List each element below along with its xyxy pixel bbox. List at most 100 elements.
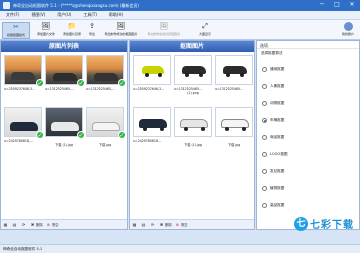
option-plant[interactable]: 植物抠图 bbox=[262, 186, 284, 191]
file-name: u=2429780818,... bbox=[4, 139, 34, 143]
clear-button[interactable]: ⊗ 清空 bbox=[46, 222, 59, 227]
check-icon: ✓ bbox=[36, 131, 44, 139]
delete-button[interactable]: ✖ 删除 bbox=[30, 222, 43, 227]
export-success-icon: 🖼 bbox=[116, 22, 126, 30]
toolbar-label: 大图显示 bbox=[198, 32, 211, 36]
thumbnail bbox=[133, 55, 171, 85]
delete-label: 删除 bbox=[165, 223, 172, 227]
radio-button[interactable] bbox=[262, 152, 267, 157]
status-bar: 神奇全自动抠图软件 5.1 bbox=[0, 244, 360, 253]
tool-icon[interactable]: ▤ bbox=[12, 222, 18, 227]
radio-button[interactable] bbox=[262, 84, 267, 89]
original-image-item[interactable]: ✓ u=2429780818,... bbox=[4, 107, 44, 153]
add-image-folder-button[interactable]: 📁 添加图片目录 bbox=[60, 22, 84, 39]
radio-button[interactable] bbox=[262, 169, 267, 174]
close-button[interactable]: ✕ bbox=[347, 1, 357, 9]
original-image-item[interactable]: ✓ u=1312525465,... bbox=[45, 55, 85, 101]
option-animal[interactable]: 动物抠图 bbox=[262, 101, 284, 106]
delete-button[interactable]: ✖ 删除 bbox=[159, 222, 172, 227]
option-label: 发丝抠图 bbox=[270, 169, 285, 173]
original-images-panel: 原图片列表 ✓ u=2559237646,3... ✓ u=1312525465… bbox=[0, 40, 128, 230]
tool-icon[interactable]: ⟳ bbox=[150, 222, 156, 227]
cutout-image-item[interactable]: 下载 (1).jpg bbox=[174, 107, 212, 153]
file-name: u=1312525465,... bbox=[86, 87, 116, 91]
thumbnail bbox=[133, 107, 171, 137]
menu-file[interactable]: 文件(F) bbox=[0, 12, 25, 18]
original-image-item[interactable]: ✓ u=2559237646,3... bbox=[4, 55, 44, 101]
option-portrait[interactable]: 人像抠图 bbox=[262, 84, 284, 89]
cutout-image-item[interactable]: 下载.jpg bbox=[215, 107, 253, 153]
minimize-button[interactable]: ─ bbox=[317, 1, 327, 9]
scissors-icon: ✂ bbox=[13, 23, 19, 31]
panel-footer: ▦ ▤ ⟳ ✖ 删除 ⊗ 清空 bbox=[1, 219, 127, 229]
radio-button[interactable] bbox=[262, 203, 267, 208]
file-name: u=1312525465... bbox=[215, 87, 244, 91]
check-icon: ✓ bbox=[118, 79, 126, 87]
file-name: u=1312525465,... bbox=[45, 87, 75, 91]
clear-icon: ⊗ bbox=[46, 222, 50, 227]
watermark-text: 七彩下载 bbox=[310, 220, 354, 231]
thumbnail bbox=[215, 107, 253, 137]
option-general[interactable]: 通用抠图 bbox=[262, 67, 284, 72]
thumbnail bbox=[174, 55, 212, 85]
option-label: 车辆抠图 bbox=[270, 118, 285, 122]
menu-tools[interactable]: 工具(T) bbox=[77, 12, 103, 18]
check-icon: ✓ bbox=[118, 131, 126, 139]
option-quality[interactable]: 高品抠图 bbox=[262, 203, 284, 208]
cutout-image-item[interactable]: u=1312525465... bbox=[215, 55, 253, 101]
toolbar-label: 添加图片目录 bbox=[62, 32, 81, 36]
batch-cutout-mode-button[interactable]: ✂ 批量抠图模式 bbox=[2, 22, 30, 39]
file-name: 下载 (1).jpg bbox=[184, 143, 202, 147]
watermark-logo: 七 七彩下载 bbox=[294, 216, 354, 231]
thumbnail bbox=[215, 55, 253, 85]
cutout-image-item[interactable]: u=2559237646,3... bbox=[133, 55, 171, 101]
option-logo[interactable]: LOGO抠图 bbox=[262, 152, 288, 157]
clear-label: 清空 bbox=[180, 223, 188, 227]
export-failed-button[interactable]: 🖼 导出制作失败的原图图片 bbox=[144, 22, 184, 39]
cutout-image-item[interactable]: u=2429780818... bbox=[133, 107, 171, 153]
tool-icon[interactable]: ▦ bbox=[3, 222, 9, 227]
clear-icon: ⊗ bbox=[175, 222, 179, 227]
radio-button-selected[interactable] bbox=[262, 118, 267, 123]
option-product[interactable]: 商品抠图 bbox=[262, 135, 284, 140]
radio-button[interactable] bbox=[262, 101, 267, 106]
large-view-button[interactable]: ⤢ 大图显示 bbox=[196, 22, 214, 39]
radio-button[interactable] bbox=[262, 67, 267, 72]
thumbnail bbox=[174, 107, 212, 137]
options-title: 选项 bbox=[257, 41, 359, 49]
radio-button[interactable] bbox=[262, 135, 267, 140]
my-account-button[interactable]: 我的账户 bbox=[338, 22, 358, 39]
tool-icon[interactable]: ▤ bbox=[141, 222, 147, 227]
export-fail-icon: 🖼 bbox=[159, 22, 169, 30]
maximize-button[interactable]: □ bbox=[332, 1, 342, 9]
clear-button[interactable]: ⊗ 清空 bbox=[175, 222, 188, 227]
cutout-image-item[interactable]: u=1312525465... (1).png bbox=[174, 55, 212, 101]
option-hair[interactable]: 发丝抠图 bbox=[262, 169, 284, 174]
original-image-item[interactable]: ✓ u=1312525465,... bbox=[86, 55, 126, 101]
original-image-item[interactable]: ✓ 下载.jpg bbox=[86, 107, 126, 153]
add-image-files-button[interactable]: 🖼 添加图片文件 bbox=[34, 22, 58, 39]
add-folder-icon: 📁 bbox=[67, 22, 77, 30]
option-vehicle[interactable]: 车辆抠图 bbox=[262, 118, 284, 123]
menu-view[interactable]: 视图(V) bbox=[25, 12, 51, 18]
export-button[interactable]: ⇪ 导出 bbox=[86, 22, 98, 39]
option-label: LOGO抠图 bbox=[270, 152, 288, 156]
delete-icon: ✖ bbox=[30, 222, 35, 227]
check-icon: ✓ bbox=[77, 131, 85, 139]
tool-icon[interactable]: ⟳ bbox=[21, 222, 27, 227]
file-name: u=2429780818... bbox=[133, 139, 162, 143]
toolbar-label: 导出 bbox=[88, 32, 95, 36]
watermark-logo-icon: 七 bbox=[294, 216, 308, 231]
check-icon: ✓ bbox=[36, 79, 44, 87]
file-name: 下载 (1).jpg bbox=[55, 143, 73, 147]
radio-button[interactable] bbox=[262, 186, 267, 191]
menu-user[interactable]: 用户(U) bbox=[51, 12, 77, 18]
file-name: u=2559237646,3... bbox=[4, 87, 36, 91]
menu-help[interactable]: 帮助(H) bbox=[103, 12, 129, 18]
export-success-button[interactable]: 🖼 导出制作成功的抠图图片 bbox=[101, 22, 141, 39]
avatar-icon bbox=[343, 22, 353, 31]
panel-title: 原图片列表 bbox=[1, 41, 127, 52]
original-image-item[interactable]: ✓ 下载 (1).jpg bbox=[45, 107, 85, 153]
options-panel: 选项 选择抠图算法 通用抠图 人像抠图 动物抠图 车辆抠图 商品抠图 LOGO抠… bbox=[256, 40, 360, 230]
tool-icon[interactable]: ▦ bbox=[132, 222, 138, 227]
